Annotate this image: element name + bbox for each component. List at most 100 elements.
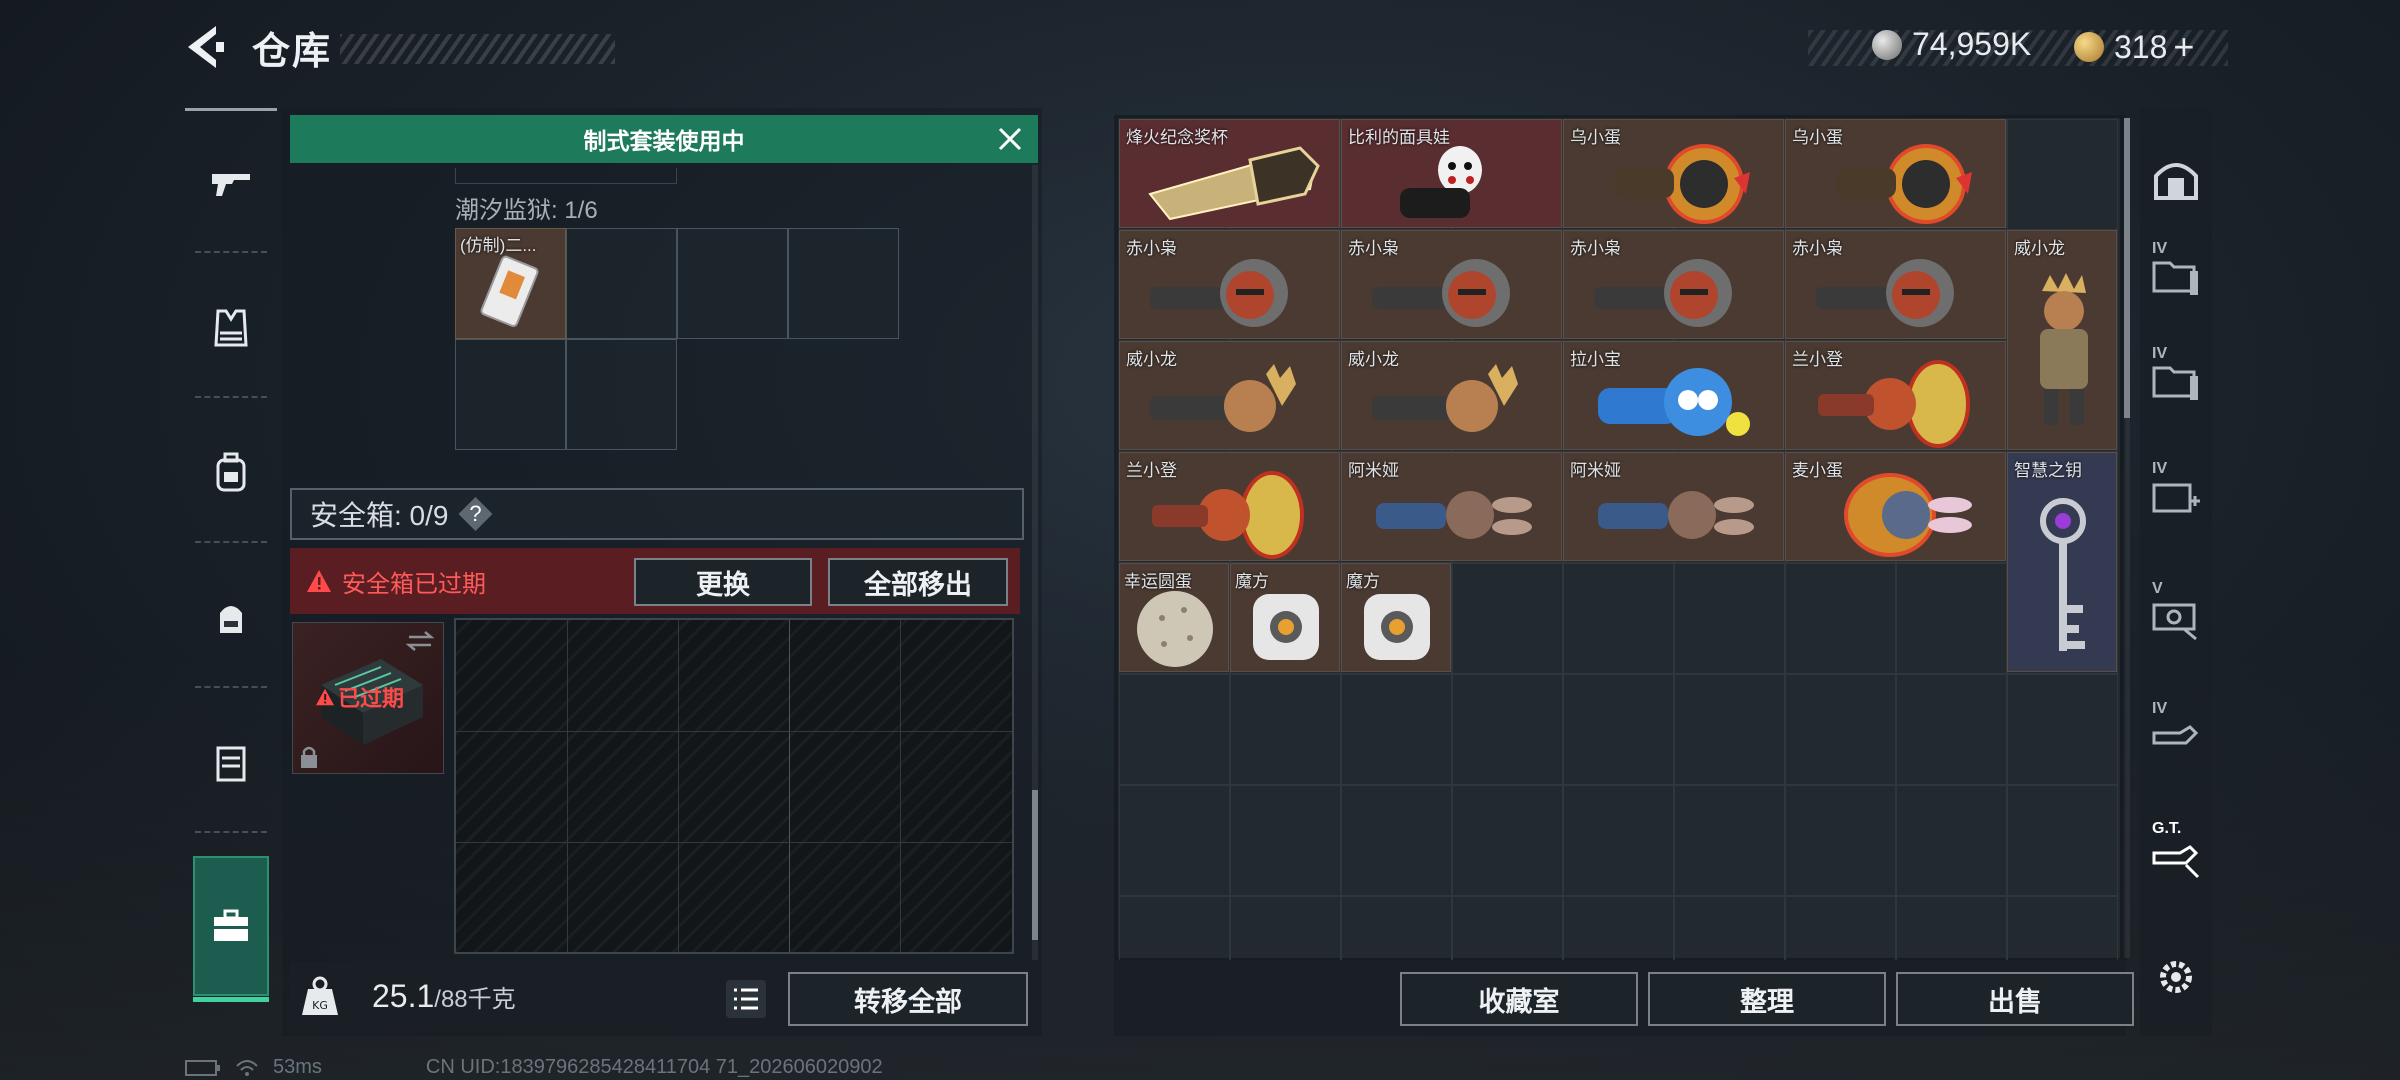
left-scrollbar[interactable] (1032, 165, 1038, 960)
help-icon[interactable]: ? (458, 497, 493, 531)
stash-grid-cell[interactable] (1896, 674, 2007, 785)
list-icon[interactable] (726, 980, 766, 1018)
grid-line (567, 620, 568, 952)
stash-item[interactable]: 兰小登 (1785, 341, 2006, 450)
stash-item[interactable]: 兰小登 (1119, 452, 1340, 561)
tide-grid-cell[interactable] (677, 228, 788, 339)
remove-all-button[interactable]: 全部移出 (828, 558, 1008, 606)
stash-grid-cell[interactable] (2007, 785, 2118, 896)
stash-grid-cell[interactable] (1896, 563, 2007, 674)
close-icon[interactable] (994, 123, 1026, 155)
stash-grid-cell[interactable] (1674, 674, 1785, 785)
side-tab-files-1[interactable]: IV (2140, 220, 2212, 330)
collection-room-button[interactable]: 收藏室 (1400, 972, 1638, 1026)
stash-item[interactable]: 威小龙 (2007, 230, 2117, 450)
side-tab-cash[interactable]: V (2140, 560, 2212, 670)
nav-toolbox[interactable] (193, 856, 269, 1002)
safebox-thumbnail[interactable]: 已过期 (292, 622, 444, 774)
stash-grid-cell[interactable] (1674, 563, 1785, 674)
active-underline (193, 997, 269, 1002)
stash-grid-cell[interactable] (1119, 674, 1230, 785)
back-arrow-icon[interactable] (182, 22, 226, 72)
stash-grid-cell[interactable] (1341, 674, 1452, 785)
case-icon (216, 746, 246, 782)
lock-icon (301, 746, 317, 768)
stash-item[interactable]: 智慧之钥 (2007, 452, 2117, 672)
left-scroll-thumb[interactable] (1032, 790, 1038, 940)
stash-grid-cell[interactable] (1563, 785, 1674, 896)
tide-grid-cell[interactable] (455, 339, 566, 450)
warning-icon (307, 570, 331, 592)
egg-bunny-icon (1844, 473, 1972, 557)
tide-grid-cell[interactable] (566, 339, 677, 450)
lucky-egg-icon (1137, 591, 1213, 667)
nav-case[interactable] (185, 693, 277, 833)
stash-item[interactable]: 比利的面具娃 (1341, 119, 1562, 228)
tide-grid-cell[interactable] (788, 228, 899, 339)
stash-item[interactable]: 阿米娅 (1563, 452, 1784, 561)
grid-line (456, 842, 1012, 843)
stash-item[interactable]: 幸运圆蛋 (1119, 563, 1229, 672)
stash-grid-cell[interactable] (1452, 785, 1563, 896)
stash-grid-cell[interactable] (1563, 674, 1674, 785)
status-bar: 53ms CN UID:1839796285428411704 71_20260… (185, 1056, 883, 1079)
stash-grid-cell[interactable] (1452, 563, 1563, 674)
stash-grid-cell[interactable] (2007, 119, 2118, 230)
stash-grid-cell[interactable] (1674, 785, 1785, 896)
stash-item[interactable]: 阿米娅 (1341, 452, 1562, 561)
stash-grid-cell[interactable] (1563, 563, 1674, 674)
stash-scrollbar[interactable] (2124, 118, 2130, 958)
tide-grid-cell[interactable] (566, 228, 677, 339)
add-currency-button[interactable]: + (2173, 26, 2194, 68)
gear-icon (2160, 961, 2192, 993)
stash-grid-cell[interactable] (2007, 674, 2118, 785)
sell-button[interactable]: 出售 (1896, 972, 2134, 1026)
nav-armor[interactable] (185, 258, 277, 398)
nav-backpack[interactable] (185, 403, 277, 543)
side-tab-medical[interactable]: IV (2140, 440, 2212, 550)
stash-item[interactable]: 乌小蛋 (1785, 119, 2006, 228)
stash-grid-cell[interactable] (1230, 674, 1341, 785)
stash-item[interactable]: 魔方 (1341, 563, 1451, 672)
safebox-grid[interactable] (454, 618, 1014, 954)
stash-grid-cell[interactable] (1785, 563, 1896, 674)
stash-item[interactable]: 威小龙 (1341, 341, 1562, 450)
transfer-all-button[interactable]: 转移全部 (788, 972, 1028, 1026)
nav-bag[interactable] (185, 548, 277, 688)
stash-grid-cell[interactable] (1230, 785, 1341, 896)
stash-grid-cell[interactable] (1785, 674, 1896, 785)
swap-icon[interactable] (405, 629, 435, 653)
stash-scroll-thumb[interactable] (2124, 118, 2130, 418)
stash-grid-cell[interactable] (1452, 674, 1563, 785)
safebox-header: 安全箱: 0/9 ? (290, 488, 1024, 540)
stash-item[interactable]: 赤小枭 (1563, 230, 1784, 339)
stash-item[interactable]: 赤小枭 (1341, 230, 1562, 339)
tide-item-slot[interactable]: (仿制)二... (455, 228, 566, 339)
stash-item[interactable]: 赤小枭 (1119, 230, 1340, 339)
stash-item[interactable]: 赤小枭 (1785, 230, 2006, 339)
stash-grid-cell[interactable] (1341, 785, 1452, 896)
side-tab-files-2[interactable]: IV (2140, 325, 2212, 435)
stash-grid-cell[interactable] (1896, 785, 2007, 896)
gold-amount: 318 (2114, 28, 2168, 65)
nav-gun[interactable] (185, 113, 277, 253)
side-tab-vault[interactable] (2140, 125, 2212, 235)
stash-item[interactable]: 烽火纪念奖杯 (1119, 119, 1340, 228)
stash-item[interactable]: 魔方 (1230, 563, 1340, 672)
side-tab-gti[interactable]: G.T. (2140, 800, 2212, 910)
stash-item[interactable]: 麦小蛋 (1785, 452, 2006, 561)
tier-tag: IV (2152, 240, 2168, 257)
stash-item[interactable]: 拉小宝 (1563, 341, 1784, 450)
stash-item[interactable]: 威小龙 (1119, 341, 1340, 450)
tide-prison-label: 潮汐监狱: 1/6 (455, 197, 598, 224)
puppet-icon (1400, 146, 1482, 218)
bunny-doll-icon (1376, 491, 1532, 539)
trophy-icon (1148, 146, 1320, 221)
stash-item[interactable]: 乌小蛋 (1563, 119, 1784, 228)
stash-grid-cell[interactable] (1119, 785, 1230, 896)
sort-button[interactable]: 整理 (1648, 972, 1886, 1026)
side-tab-hand[interactable]: IV (2140, 680, 2212, 790)
replace-button[interactable]: 更换 (634, 558, 812, 606)
stash-grid-cell[interactable] (1785, 785, 1896, 896)
settings-button[interactable] (2140, 922, 2212, 1032)
